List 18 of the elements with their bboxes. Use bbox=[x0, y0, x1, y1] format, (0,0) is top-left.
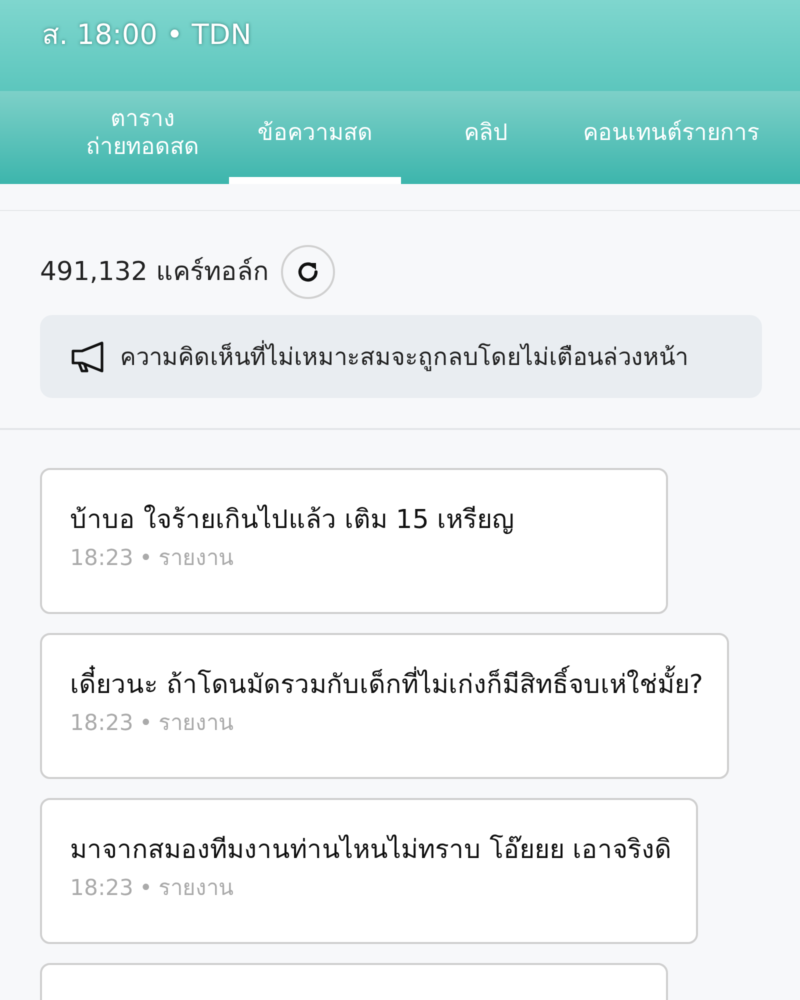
tab[interactable]: คอนเทนต์รายการ bbox=[571, 91, 771, 184]
separator-dot: • bbox=[139, 710, 152, 736]
report-link[interactable]: รายงาน bbox=[158, 710, 234, 736]
tab[interactable]: ข้อความสด bbox=[229, 91, 401, 184]
report-link[interactable]: รายงาน bbox=[158, 876, 234, 901]
separator-dot: • bbox=[139, 876, 152, 901]
broadcast-time: ส. 18:00 • TDN bbox=[42, 18, 252, 52]
message-text: มาจากสมองทีมงานท่านไหนไม่ทราบ โอ๊ยยย เอาจริงดิ bbox=[70, 834, 672, 867]
tab[interactable]: ตาราง ถ่ายทอดสด bbox=[56, 91, 229, 184]
separator-dot: • bbox=[139, 546, 152, 571]
message-text: บ้าบอ ใจร้ายเกินไปแล้ว เติม 15 เหรียญ bbox=[70, 504, 516, 537]
report-link[interactable]: รายงาน bbox=[158, 546, 234, 571]
talk-count: 491,132 แคร์ทอล์ก bbox=[40, 256, 269, 288]
message-time: 18:23 bbox=[70, 546, 134, 571]
tab[interactable]: คลิป bbox=[401, 91, 571, 184]
message-time: 18:23 bbox=[70, 710, 134, 736]
message-time: 18:23 bbox=[70, 876, 134, 901]
notice-text: ความคิดเห็นที่ไม่เหมาะสมจะถูกลบโดยไม่เตือนล่วงหน้า bbox=[120, 338, 688, 374]
